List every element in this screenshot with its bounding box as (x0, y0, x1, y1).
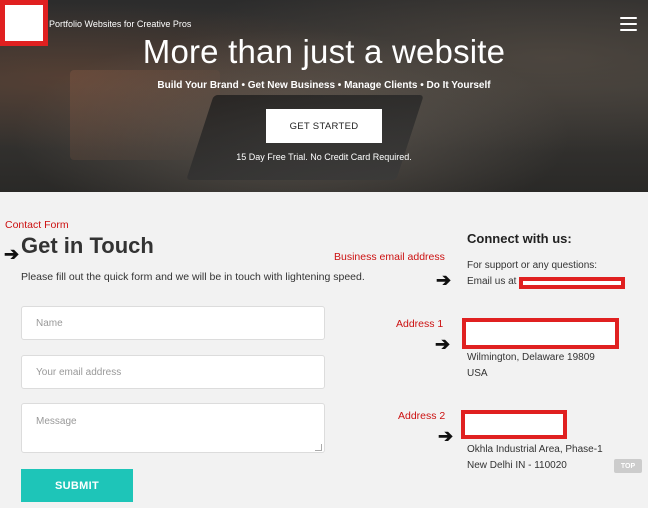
connect-title: Connect with us: (467, 231, 572, 246)
address-2-area: Okhla Industrial Area, Phase-1 (467, 444, 603, 455)
address-1-city: Wilmington, Delaware 19809 (467, 352, 595, 363)
business-email-redacted[interactable] (519, 277, 625, 289)
submit-button[interactable]: SUBMIT (21, 469, 133, 502)
hero-title: More than just a website (142, 33, 506, 70)
hero-subtitle: Build Your Brand • Get New Business • Ma… (157, 80, 491, 91)
message-textarea[interactable] (21, 403, 325, 453)
annotation-business-email: Business email address (334, 251, 445, 263)
trial-note: 15 Day Free Trial. No Credit Card Requir… (236, 152, 412, 162)
annotation-contact-form: Contact Form (5, 219, 69, 231)
hamburger-menu-icon[interactable] (620, 17, 637, 31)
address-1-country: USA (467, 368, 488, 379)
address-1-redacted (462, 318, 619, 349)
email-input[interactable] (21, 355, 325, 389)
brand-tagline: Portfolio Websites for Creative Pros (49, 19, 192, 29)
get-started-button[interactable]: GET STARTED (266, 109, 382, 143)
address-2-redacted (461, 410, 567, 439)
arrow-right-icon: ➔ (4, 244, 20, 264)
arrow-right-icon: ➔ (438, 426, 454, 446)
contact-description: Please fill out the quick form and we wi… (21, 271, 365, 283)
support-text: For support or any questions: (467, 260, 598, 271)
scroll-to-top-button[interactable]: TOP (614, 459, 642, 473)
hero-banner: Portfolio Websites for Creative Pros Mor… (0, 0, 648, 192)
address-2-city: New Delhi IN - 110020 (467, 460, 567, 471)
arrow-right-icon: ➔ (435, 334, 451, 354)
get-in-touch-title: Get in Touch (21, 233, 154, 258)
textarea-resize-handle[interactable] (315, 444, 322, 451)
email-label: Email us at (467, 276, 517, 287)
arrow-right-icon: ➔ (436, 270, 452, 290)
annotation-address-2: Address 2 (398, 410, 446, 422)
name-input[interactable] (21, 306, 325, 340)
annotation-address-1: Address 1 (396, 318, 444, 330)
